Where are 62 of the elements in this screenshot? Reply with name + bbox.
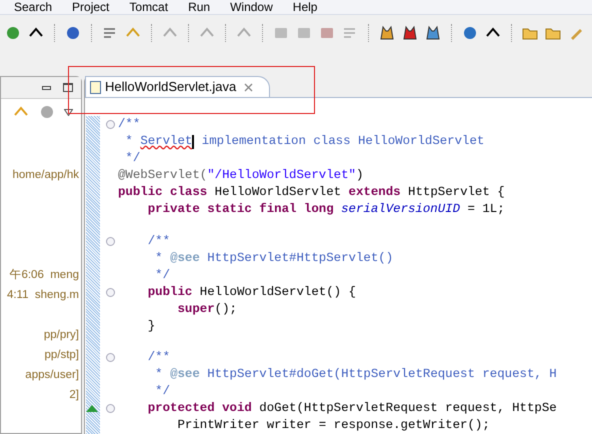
code-token: HttpServlet#HttpServlet() bbox=[206, 250, 394, 266]
code-token: * bbox=[154, 366, 164, 383]
code-token: public bbox=[146, 284, 194, 300]
fold-icon[interactable] bbox=[106, 353, 115, 362]
menu-item[interactable]: Project bbox=[72, 0, 110, 14]
text-cursor bbox=[192, 134, 194, 148]
log-line: apps/user] bbox=[25, 368, 79, 383]
code-token: @see bbox=[170, 250, 200, 266]
fold-icon[interactable] bbox=[106, 120, 115, 129]
code-token: extends bbox=[348, 184, 402, 201]
log-line: pp/pry] bbox=[44, 328, 79, 343]
cat-icon[interactable] bbox=[378, 24, 396, 42]
menu-item[interactable]: Tomcat bbox=[129, 0, 168, 14]
code-token: */ bbox=[124, 150, 140, 167]
maximize-icon[interactable] bbox=[63, 83, 73, 92]
code-token: PrintWriter writer = response.getWriter(); bbox=[176, 417, 490, 434]
code-token: /** bbox=[118, 116, 140, 133]
menu-item[interactable]: Run bbox=[188, 0, 210, 14]
code-token: implementation class HelloWorldServlet bbox=[200, 133, 484, 150]
menu-item[interactable]: Help bbox=[292, 0, 318, 14]
code-token: } bbox=[146, 318, 156, 334]
code-token: /** bbox=[146, 349, 170, 366]
code-token: doGet(HttpServletRequest request, HttpSe bbox=[259, 400, 557, 417]
menu-item[interactable]: Window bbox=[230, 0, 273, 14]
fold-icon[interactable] bbox=[106, 288, 115, 296]
code-token: HttpServlet#doGet(HttpServletRequest request, H bbox=[206, 366, 557, 383]
code-token: = 1L; bbox=[466, 201, 505, 218]
code-token: HelloWorldServlet bbox=[214, 184, 342, 201]
minimize-icon[interactable] bbox=[42, 86, 51, 90]
code-token: */ bbox=[154, 266, 170, 284]
code-token: ) bbox=[356, 167, 364, 184]
code-token: protected void bbox=[146, 400, 253, 417]
code-token: */ bbox=[154, 383, 170, 400]
log-line: 午6:06 meng bbox=[9, 268, 79, 283]
log-line: 4:11 sheng.m bbox=[6, 288, 79, 303]
code-token: super bbox=[176, 300, 215, 318]
code-token: Servlet bbox=[140, 133, 192, 150]
log-line: pp/stp] bbox=[44, 348, 79, 363]
code-token: HelloWorldServlet() { bbox=[200, 284, 356, 300]
editor-tab[interactable]: HelloWorldServlet.java bbox=[85, 76, 270, 97]
dropdown-icon[interactable] bbox=[64, 108, 73, 116]
cat-icon[interactable] bbox=[401, 24, 419, 42]
code-token: * bbox=[124, 133, 134, 150]
fold-icon[interactable] bbox=[106, 404, 115, 413]
log-line: 2] bbox=[69, 388, 79, 403]
code-token: public class bbox=[118, 184, 208, 201]
fold-icon[interactable] bbox=[106, 236, 115, 246]
code-token: private static final long bbox=[146, 201, 335, 218]
code-token: "/HelloWorldServlet" bbox=[207, 167, 356, 184]
cat-icon[interactable] bbox=[424, 24, 442, 42]
code-token: @WebServlet( bbox=[118, 167, 208, 184]
menu-item[interactable]: Search bbox=[14, 0, 52, 14]
tab-label: HelloWorldServlet.java bbox=[105, 78, 236, 96]
code-token: * bbox=[154, 250, 164, 266]
code-token: serialVersionUID bbox=[341, 201, 460, 218]
code-token: @see bbox=[170, 366, 200, 383]
code-token: (); bbox=[214, 300, 237, 318]
log-line: home/app/hk bbox=[12, 168, 79, 183]
close-icon[interactable] bbox=[244, 82, 254, 92]
java-file-icon bbox=[90, 80, 101, 94]
code-token: /** bbox=[146, 232, 170, 250]
code-token: HttpServlet { bbox=[408, 184, 505, 201]
